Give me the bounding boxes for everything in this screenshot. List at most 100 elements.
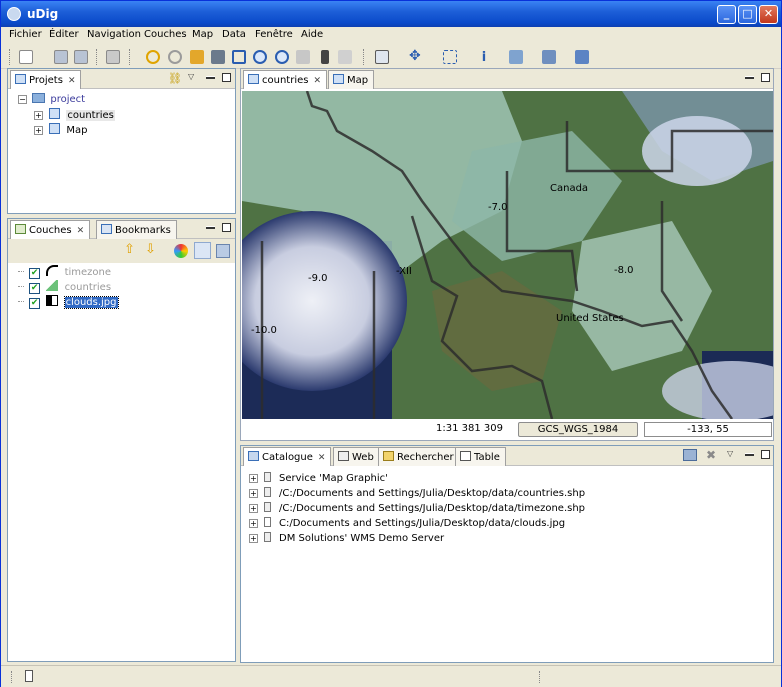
- create-tool-icon[interactable]: [575, 50, 589, 64]
- tab-projets[interactable]: Projets ✕: [10, 70, 82, 89]
- move-up-icon[interactable]: ⇧: [124, 242, 135, 257]
- tab-catalogue[interactable]: Catalogue ✕: [243, 447, 332, 466]
- tree-line: [18, 286, 24, 287]
- tab-rechercher[interactable]: Rechercher: [378, 447, 460, 466]
- status-grip: [11, 671, 13, 683]
- edit-tool-icon[interactable]: [509, 50, 523, 64]
- new-icon[interactable]: [19, 50, 33, 64]
- layer-item-timezone[interactable]: ✔ timezone: [18, 265, 111, 279]
- maximize-view-icon[interactable]: [222, 73, 231, 82]
- maximize-button[interactable]: □: [738, 5, 757, 24]
- layer-properties-icon[interactable]: [216, 244, 230, 258]
- polygon-layer-icon: [46, 280, 59, 291]
- stop-icon[interactable]: [211, 50, 225, 64]
- info-tool-icon[interactable]: i: [477, 50, 491, 65]
- menu-navigation[interactable]: Navigation: [87, 29, 141, 40]
- expand-icon[interactable]: +: [249, 474, 258, 483]
- close-tab-icon[interactable]: ✕: [77, 226, 85, 236]
- zoom-in-icon[interactable]: [253, 50, 267, 64]
- style-icon[interactable]: [174, 244, 188, 258]
- catalog-panel: Catalogue ✕ Web Rechercher Table ✖ ▽ + Ser…: [240, 445, 774, 663]
- tab-couches[interactable]: Couches ✕: [10, 220, 91, 239]
- menu-fenetre[interactable]: Fenêtre: [255, 29, 293, 40]
- next-extent-icon[interactable]: [321, 50, 329, 64]
- refresh-icon[interactable]: [190, 50, 204, 64]
- clear-icon[interactable]: [338, 50, 352, 64]
- expand-icon[interactable]: +: [34, 126, 43, 135]
- catalog-item[interactable]: + Service 'Map Graphic': [249, 472, 388, 484]
- move-down-icon[interactable]: ⇩: [145, 242, 156, 257]
- tab-bookmarks-label: Bookmarks: [115, 225, 171, 236]
- tab-rechercher-label: Rechercher: [397, 452, 454, 463]
- zoom-tool-icon[interactable]: [375, 50, 389, 64]
- wms-icon: [264, 532, 271, 542]
- import-icon[interactable]: [683, 449, 697, 461]
- collapse-icon[interactable]: −: [18, 95, 27, 104]
- project-tree-root[interactable]: − project: [18, 93, 85, 105]
- close-tab-icon[interactable]: ✕: [313, 76, 321, 86]
- tree-item-map[interactable]: + Map: [34, 123, 87, 136]
- minimize-button[interactable]: _: [717, 5, 736, 24]
- tab-map[interactable]: Map: [328, 70, 375, 89]
- map-canvas[interactable]: Canada United States -7.0 -8.0 -9.0 -10.…: [242, 91, 773, 419]
- close-tab-icon[interactable]: ✕: [318, 453, 326, 463]
- view-menu-icon[interactable]: ▽: [727, 449, 733, 458]
- layer-item-clouds[interactable]: ✔ clouds.jpg: [18, 295, 119, 309]
- tab-bookmarks[interactable]: Bookmarks: [96, 220, 177, 239]
- catalog-item[interactable]: + DM Solutions' WMS Demo Server: [249, 532, 444, 544]
- catalog-tab-header: Catalogue ✕ Web Rechercher Table ✖ ▽: [241, 446, 773, 466]
- tab-web[interactable]: Web: [333, 447, 380, 466]
- properties-icon[interactable]: [106, 50, 120, 64]
- catalog-item[interactable]: + /C:/Documents and Settings/Julia/Deskto…: [249, 502, 585, 514]
- layer-visibility-checkbox[interactable]: ✔: [29, 283, 41, 294]
- menu-aide[interactable]: Aide: [301, 29, 323, 40]
- tab-countries-label: countries: [262, 75, 309, 86]
- catalog-item[interactable]: + C:/Documents and Settings/Julia/Desktop…: [249, 517, 565, 529]
- expand-icon[interactable]: +: [34, 111, 43, 120]
- tree-item-countries[interactable]: + countries: [34, 108, 115, 121]
- catalog-item[interactable]: + /C:/Documents and Settings/Julia/Deskto…: [249, 487, 585, 499]
- fast-view-icon[interactable]: [25, 670, 33, 682]
- menu-map[interactable]: Map: [192, 29, 213, 40]
- maximize-view-icon[interactable]: [761, 450, 770, 459]
- save-icon[interactable]: [54, 50, 68, 64]
- map-scale[interactable]: 1:31 381 309: [427, 422, 512, 437]
- menu-data[interactable]: Data: [222, 29, 246, 40]
- minimize-view-icon[interactable]: [745, 76, 754, 79]
- save-all-icon[interactable]: [74, 50, 88, 64]
- crs-button[interactable]: GCS_WGS_1984: [518, 422, 638, 437]
- maximize-view-icon[interactable]: [761, 73, 770, 82]
- zoom-extent-icon[interactable]: [232, 50, 246, 64]
- layer-visibility-checkbox[interactable]: ✔: [29, 298, 41, 309]
- menu-editer[interactable]: Éditer: [49, 29, 79, 40]
- expand-icon[interactable]: +: [249, 504, 258, 513]
- title-bar[interactable]: uDig _ □ ✕: [1, 1, 781, 27]
- undo-icon[interactable]: [146, 50, 160, 64]
- tab-table[interactable]: Table: [455, 447, 506, 466]
- expand-icon[interactable]: +: [249, 534, 258, 543]
- zoom-out-icon[interactable]: [275, 50, 289, 64]
- view-menu-icon[interactable]: ▽: [188, 72, 194, 81]
- link-icon[interactable]: ⛓: [168, 72, 182, 85]
- menu-fichier[interactable]: Fichier: [9, 29, 42, 40]
- tab-countries[interactable]: countries ✕: [243, 70, 328, 89]
- select-layer-icon[interactable]: [194, 242, 211, 259]
- selection-tool-icon[interactable]: [443, 50, 457, 64]
- layer-visibility-checkbox[interactable]: ✔: [29, 268, 41, 279]
- menu-couches[interactable]: Couches: [144, 29, 187, 40]
- layer-item-countries[interactable]: ✔ countries: [18, 280, 111, 294]
- previous-extent-icon[interactable]: [296, 50, 310, 64]
- feature-tool-icon[interactable]: [542, 50, 556, 64]
- minimize-view-icon[interactable]: [206, 226, 215, 229]
- pan-tool-icon[interactable]: ✥: [409, 49, 423, 64]
- expand-icon[interactable]: +: [249, 519, 258, 528]
- redo-icon[interactable]: [168, 50, 182, 64]
- minimize-view-icon[interactable]: [745, 453, 754, 456]
- minimize-view-icon[interactable]: [206, 76, 215, 79]
- close-tab-icon[interactable]: ✕: [68, 76, 76, 86]
- remove-icon[interactable]: ✖: [706, 448, 716, 462]
- close-button[interactable]: ✕: [759, 5, 778, 24]
- layers-toolbar: ⇧ ⇩: [8, 239, 235, 263]
- expand-icon[interactable]: +: [249, 489, 258, 498]
- maximize-view-icon[interactable]: [222, 223, 231, 232]
